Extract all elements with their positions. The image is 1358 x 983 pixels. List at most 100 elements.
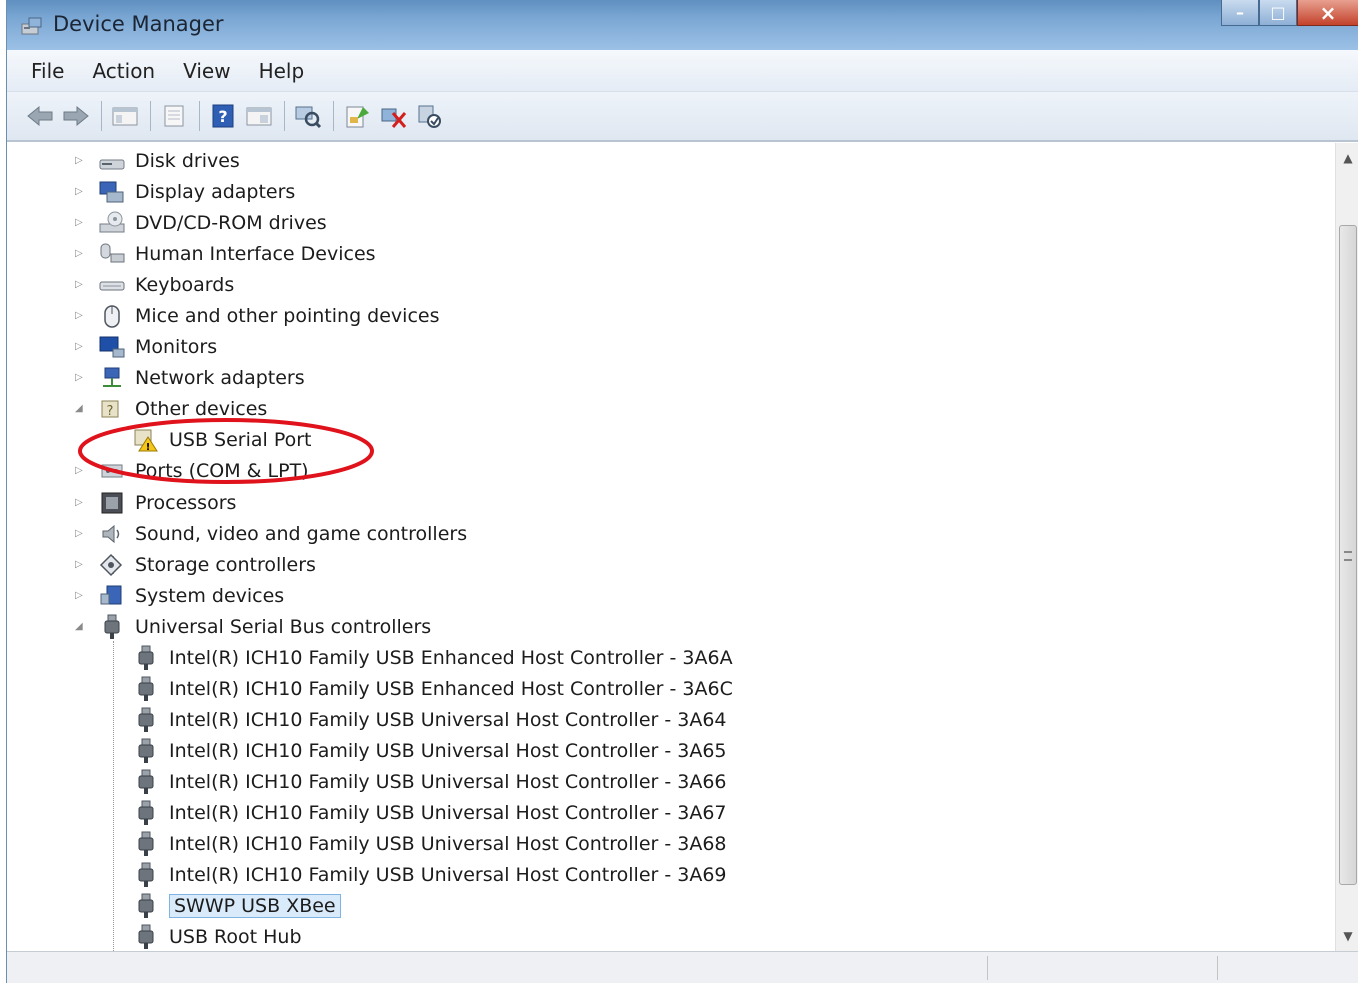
system-device-icon — [99, 584, 125, 608]
tree-label: Intel(R) ICH10 Family USB Universal Host… — [169, 739, 727, 762]
expand-arrow-icon[interactable]: ▷ — [75, 590, 85, 602]
scrollbar-thumb[interactable] — [1339, 225, 1357, 885]
tree-label: USB Serial Port — [169, 428, 312, 451]
disable-icon — [418, 105, 441, 128]
tree-category-mice[interactable]: ▷ Mice and other pointing devices — [75, 300, 439, 331]
tree-device-usb-root-hub[interactable]: USB Root Hub — [133, 921, 302, 951]
tree-label: Human Interface Devices — [135, 242, 376, 265]
uninstall-button[interactable] — [376, 99, 410, 133]
tree-device-usb[interactable]: Intel(R) ICH10 Family USB Universal Host… — [133, 859, 727, 890]
tree-category-system-devices[interactable]: ▷ System devices — [75, 580, 284, 611]
tree-label: SWWP USB XBee — [169, 893, 341, 918]
tree-category-other-devices[interactable]: ◢ ? Other devices — [75, 393, 267, 424]
update-driver-button[interactable] — [340, 99, 374, 133]
menu-view[interactable]: View — [183, 59, 230, 83]
tree-category-monitors[interactable]: ▷ Monitors — [75, 331, 217, 362]
device-tree[interactable]: ▷ Disk drives ▷ Display adapters ▷ DVD/C… — [15, 143, 1335, 951]
forward-button[interactable] — [59, 99, 93, 133]
expand-arrow-icon[interactable]: ▷ — [75, 559, 85, 571]
tree-category-display-adapters[interactable]: ▷ Display adapters — [75, 176, 295, 207]
tree-category-network-adapters[interactable]: ▷ Network adapters — [75, 362, 305, 393]
tree-category-human-interface-devices[interactable]: ▷ Human Interface Devices — [75, 238, 376, 269]
collapse-arrow-icon[interactable]: ◢ — [75, 621, 85, 633]
maximize-button[interactable]: □ — [1259, 0, 1297, 26]
expand-arrow-icon[interactable]: ▷ — [75, 372, 85, 384]
tree-device-usb[interactable]: Intel(R) ICH10 Family USB Universal Host… — [133, 797, 727, 828]
expand-arrow-icon[interactable]: ▷ — [75, 310, 85, 322]
tree-category-usb-controllers[interactable]: ◢ Universal Serial Bus controllers — [75, 611, 431, 642]
view-button[interactable] — [242, 99, 276, 133]
tree-category-dvd-cd-rom-drives[interactable]: ▷ DVD/CD-ROM drives — [75, 207, 327, 238]
properties-button[interactable] — [157, 99, 191, 133]
scrollbar-grip — [1344, 551, 1352, 561]
expand-arrow-icon[interactable]: ▷ — [75, 465, 85, 477]
device-manager-icon — [21, 16, 43, 36]
help-icon: ? — [212, 104, 234, 128]
storage-controller-icon — [99, 553, 125, 577]
tree-device-usb-serial-port[interactable]: ! USB Serial Port — [133, 424, 312, 455]
tree-device-usb[interactable]: Intel(R) ICH10 Family USB Universal Host… — [133, 735, 727, 766]
tree-device-usb[interactable]: Intel(R) ICH10 Family USB Universal Host… — [133, 766, 727, 797]
scan-hardware-button[interactable] — [291, 99, 325, 133]
tree-connector — [113, 641, 114, 951]
vertical-scrollbar[interactable]: ▲ ▼ — [1335, 143, 1358, 951]
expand-arrow-icon[interactable]: ▷ — [75, 155, 85, 167]
tree-device-usb[interactable]: Intel(R) ICH10 Family USB Universal Host… — [133, 704, 727, 735]
display-adapter-icon — [99, 180, 125, 204]
other-devices-icon: ? — [99, 397, 125, 421]
expand-arrow-icon[interactable]: ▷ — [75, 279, 85, 291]
usb-plug-icon — [133, 707, 159, 732]
tree-device-swwp-usb-xbee[interactable]: SWWP USB XBee — [133, 890, 341, 921]
disk-drive-icon — [99, 149, 125, 173]
svg-text:!: ! — [146, 442, 151, 453]
menu-action[interactable]: Action — [92, 59, 155, 83]
tree-category-ports[interactable]: ▷ Ports (COM & LPT) — [75, 455, 309, 486]
tree-label: Intel(R) ICH10 Family USB Universal Host… — [169, 708, 727, 731]
tree-category-processors[interactable]: ▷ Processors — [75, 487, 236, 518]
svg-text:?: ? — [218, 107, 227, 126]
disable-button[interactable] — [412, 99, 446, 133]
expand-arrow-icon[interactable]: ▷ — [75, 497, 85, 509]
expand-arrow-icon[interactable]: ▷ — [75, 248, 85, 260]
minimize-button[interactable]: – — [1221, 0, 1259, 26]
tree-label: Intel(R) ICH10 Family USB Universal Host… — [169, 801, 727, 824]
usb-plug-icon — [99, 614, 125, 639]
title-bar[interactable]: Device Manager – □ × — [7, 0, 1358, 50]
scroll-down-arrow-icon[interactable]: ▼ — [1338, 925, 1358, 947]
expand-arrow-icon[interactable]: ▷ — [75, 217, 85, 229]
device-manager-window: Device Manager – □ × File Action View He… — [6, 0, 1358, 983]
close-button[interactable]: × — [1297, 0, 1358, 26]
usb-plug-icon — [133, 738, 159, 763]
tree-label: Disk drives — [135, 149, 240, 172]
tree-label: Intel(R) ICH10 Family USB Enhanced Host … — [169, 677, 733, 700]
tree-label: Keyboards — [135, 273, 235, 296]
network-adapter-icon — [99, 366, 125, 390]
help-button[interactable]: ? — [206, 99, 240, 133]
tree-category-storage-controllers[interactable]: ▷ Storage controllers — [75, 549, 316, 580]
tree-label: Display adapters — [135, 180, 296, 203]
usb-plug-icon — [133, 893, 159, 918]
tree-device-usb[interactable]: Intel(R) ICH10 Family USB Universal Host… — [133, 828, 727, 859]
collapse-arrow-icon[interactable]: ◢ — [75, 403, 85, 415]
usb-plug-icon — [133, 862, 159, 887]
toolbar-separator — [150, 101, 151, 131]
back-button[interactable] — [23, 99, 57, 133]
svg-text:?: ? — [107, 404, 114, 419]
tree-label: Intel(R) ICH10 Family USB Enhanced Host … — [169, 646, 733, 669]
expand-arrow-icon[interactable]: ▷ — [75, 528, 85, 540]
menu-help[interactable]: Help — [259, 59, 305, 83]
scroll-up-arrow-icon[interactable]: ▲ — [1338, 147, 1358, 169]
menu-file[interactable]: File — [31, 59, 64, 83]
processor-icon — [99, 491, 125, 515]
tree-device-usb[interactable]: Intel(R) ICH10 Family USB Enhanced Host … — [133, 673, 733, 704]
tree-category-keyboards[interactable]: ▷ Keyboards — [75, 269, 234, 300]
tree-label: Other devices — [135, 397, 268, 420]
tree-device-usb[interactable]: Intel(R) ICH10 Family USB Enhanced Host … — [133, 642, 733, 673]
uninstall-icon — [381, 108, 407, 128]
console-tree-button[interactable] — [108, 99, 142, 133]
status-separator — [987, 956, 988, 980]
expand-arrow-icon[interactable]: ▷ — [75, 341, 85, 353]
tree-category-disk-drives[interactable]: ▷ Disk drives — [75, 145, 240, 176]
tree-category-sound[interactable]: ▷ Sound, video and game controllers — [75, 518, 467, 549]
expand-arrow-icon[interactable]: ▷ — [75, 186, 85, 198]
